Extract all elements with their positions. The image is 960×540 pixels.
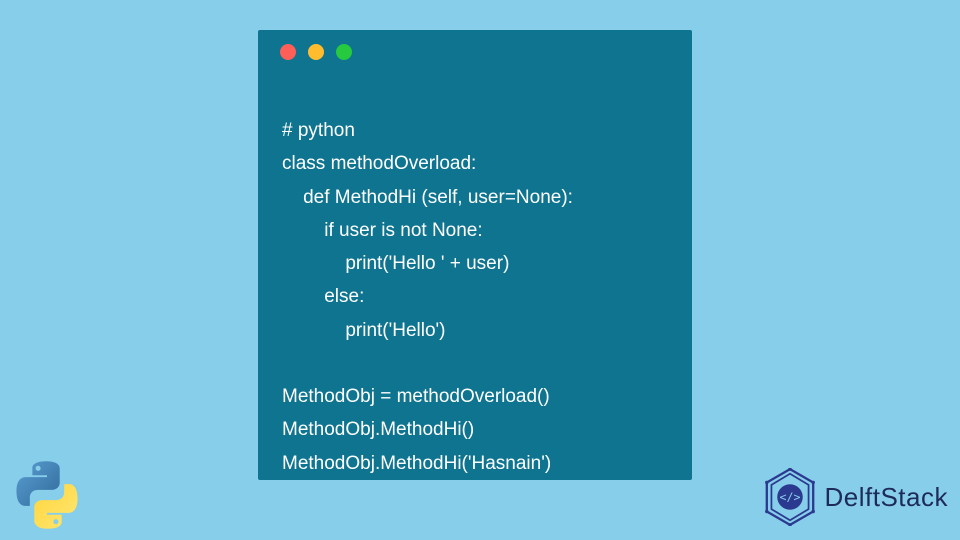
code-window: # python class methodOverload: def Metho…: [258, 30, 692, 480]
close-icon: [280, 44, 296, 60]
python-logo-icon: [12, 460, 82, 530]
delftstack-logo-icon: </>: [761, 468, 819, 526]
maximize-icon: [336, 44, 352, 60]
window-titlebar: [258, 30, 692, 74]
minimize-icon: [308, 44, 324, 60]
code-body: # python class methodOverload: def Metho…: [258, 74, 692, 500]
delftstack-brand: </> DelftStack: [761, 468, 949, 526]
delftstack-brand-name: DelftStack: [825, 482, 949, 513]
svg-text:</>: </>: [779, 490, 800, 504]
